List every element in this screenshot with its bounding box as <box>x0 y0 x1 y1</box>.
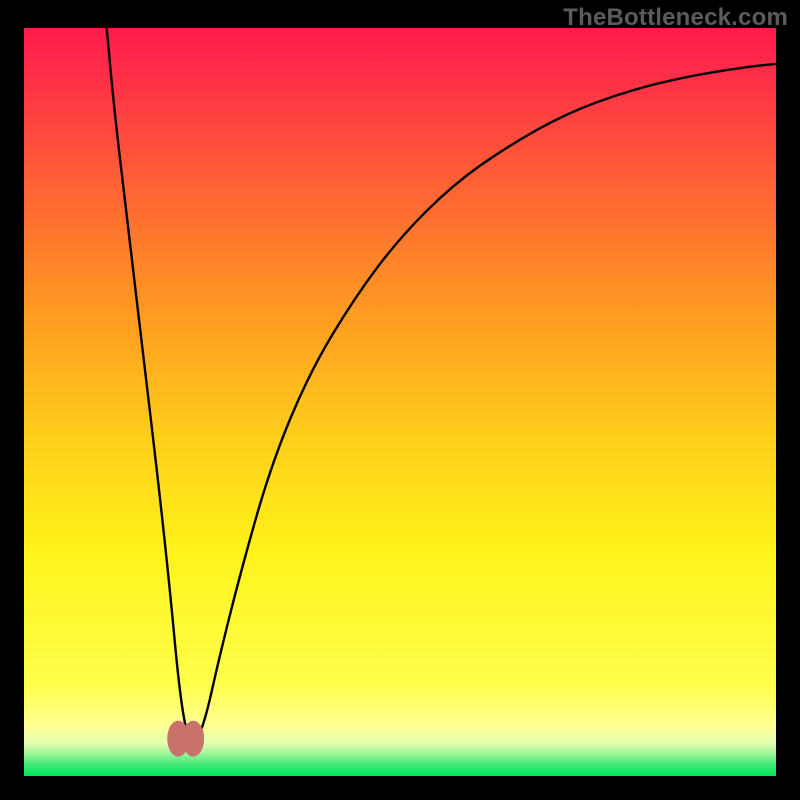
plot-svg <box>24 28 776 776</box>
bottleneck-plot <box>24 28 776 776</box>
chart-frame: TheBottleneck.com <box>0 0 800 800</box>
gradient-background <box>24 28 776 776</box>
minimum-markers <box>167 721 204 757</box>
watermark-label: TheBottleneck.com <box>563 4 788 32</box>
minimum-right-marker <box>182 721 204 757</box>
